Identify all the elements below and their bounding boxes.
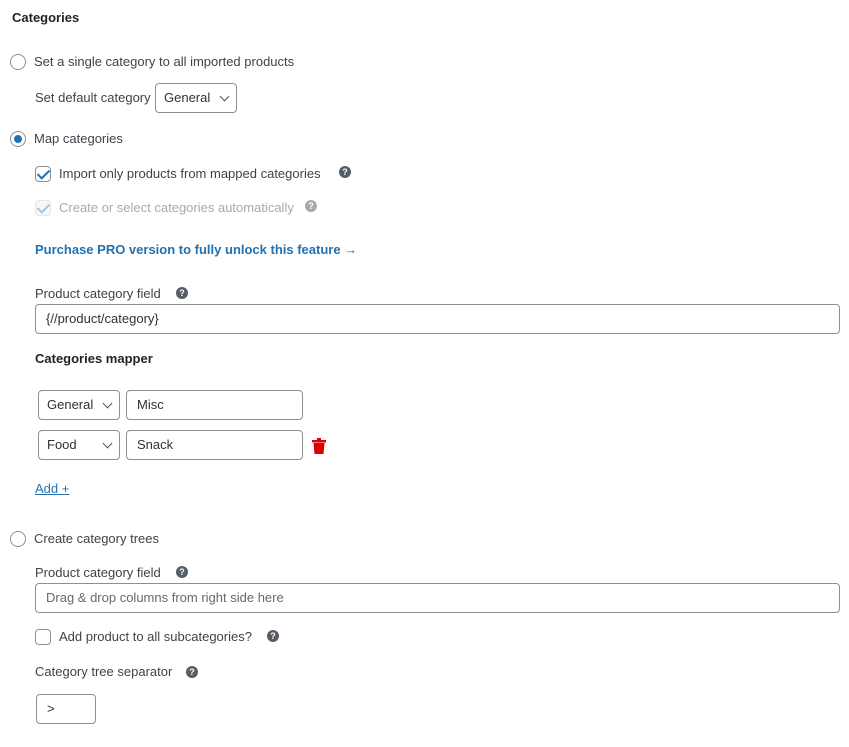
help-icon[interactable]: ? xyxy=(176,566,188,578)
categories-mapper-title: Categories mapper xyxy=(35,351,153,366)
product-category-field-input[interactable]: {//product/category} xyxy=(35,304,840,334)
purchase-pro-link[interactable]: Purchase PRO version to fully unlock thi… xyxy=(35,242,357,257)
help-icon[interactable]: ? xyxy=(176,287,188,299)
tree-separator-input[interactable]: > xyxy=(36,694,96,724)
radio-map-categories[interactable] xyxy=(10,131,26,147)
mapper-category-value: Food xyxy=(47,437,77,452)
radio-single-category[interactable] xyxy=(10,54,26,70)
radio-map-categories-label: Map categories xyxy=(34,131,123,146)
add-to-subcategories-checkbox[interactable] xyxy=(35,629,51,645)
add-to-subcategories-label: Add product to all subcategories? xyxy=(59,629,252,644)
radio-category-trees[interactable] xyxy=(10,531,26,547)
add-mapping-link[interactable]: Add + xyxy=(35,481,69,496)
radio-category-trees-label: Create category trees xyxy=(34,531,160,546)
mapper-value-input[interactable]: Misc xyxy=(126,390,303,420)
mapper-category-select[interactable]: Food xyxy=(38,430,120,460)
import-only-mapped-label: Import only products from mapped categor… xyxy=(59,166,321,181)
chevron-down-icon xyxy=(102,398,113,409)
import-only-mapped-checkbox[interactable] xyxy=(35,166,51,182)
auto-create-label: Create or select categories automaticall… xyxy=(59,200,294,215)
chevron-down-icon xyxy=(102,438,113,449)
mapper-category-value: General xyxy=(47,397,94,412)
mapper-value-input[interactable]: Snack xyxy=(126,430,303,460)
default-category-label: Set default category xyxy=(35,90,151,105)
radio-single-category-label: Set a single category to all imported pr… xyxy=(34,54,295,69)
section-title: Categories xyxy=(12,10,80,25)
auto-create-checkbox xyxy=(35,200,51,216)
mapper-category-select[interactable]: General xyxy=(38,390,120,420)
help-icon[interactable]: ? xyxy=(186,666,198,678)
help-icon[interactable]: ? xyxy=(267,630,279,642)
tree-category-field-label: Product category field xyxy=(35,565,161,580)
help-icon[interactable]: ? xyxy=(339,166,351,178)
help-icon[interactable]: ? xyxy=(305,200,317,212)
trash-icon[interactable] xyxy=(312,438,326,454)
default-category-select[interactable]: General xyxy=(155,83,237,113)
product-category-field-label: Product category field xyxy=(35,286,161,301)
tree-separator-label: Category tree separator xyxy=(35,664,173,679)
default-category-value: General xyxy=(164,90,211,105)
chevron-down-icon xyxy=(219,91,230,102)
tree-category-field-input[interactable]: Drag & drop columns from right side here xyxy=(35,583,840,613)
